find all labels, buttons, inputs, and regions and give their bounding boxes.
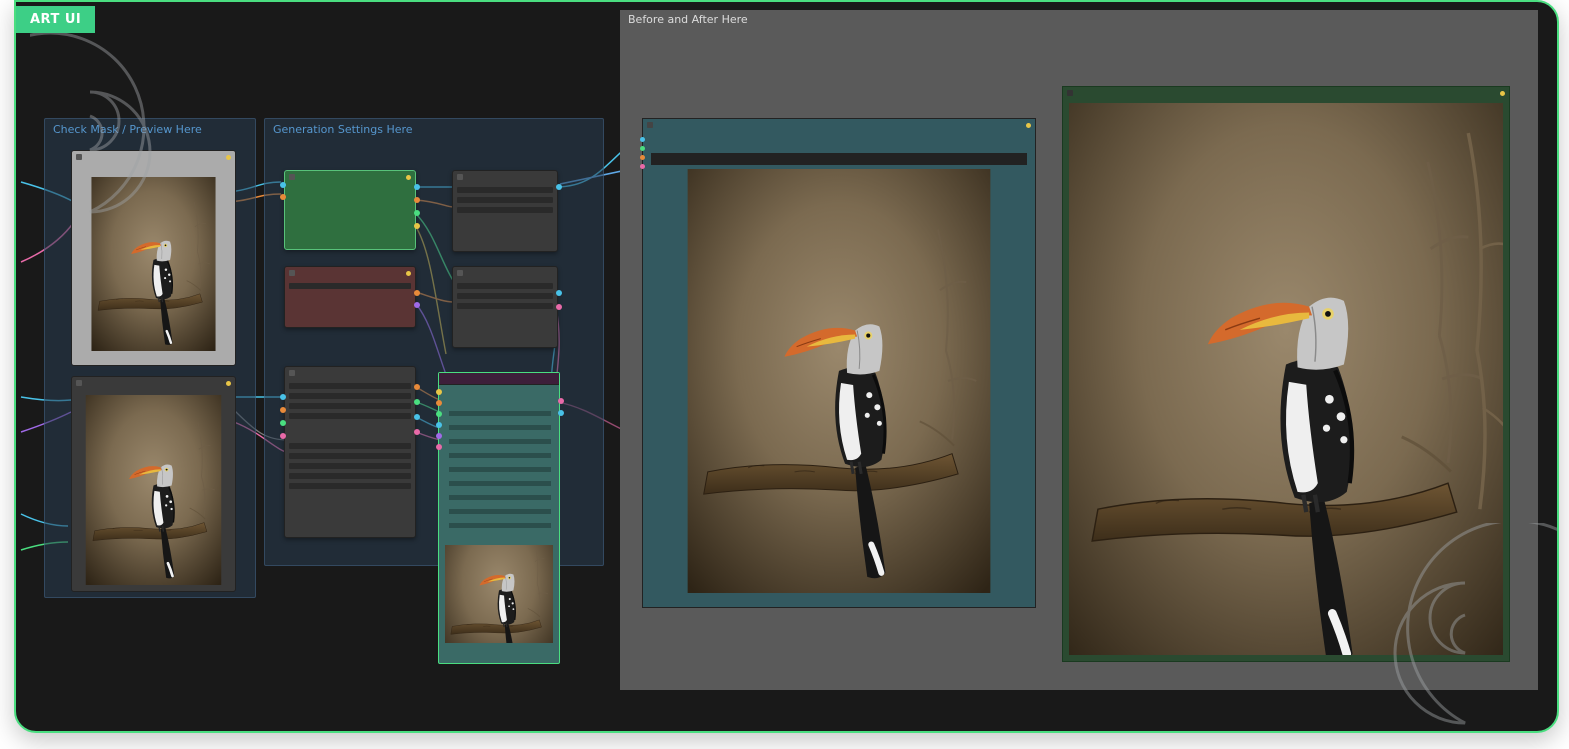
port-out[interactable] (414, 184, 420, 190)
badge-label: ART UI (30, 12, 81, 27)
after-image (1063, 99, 1509, 661)
preview-node-masked[interactable] (71, 150, 236, 366)
node-sampler[interactable] (284, 170, 416, 250)
port-in[interactable] (436, 433, 442, 439)
bird-image (651, 169, 1027, 593)
port-in[interactable] (436, 389, 442, 395)
close-icon[interactable] (289, 370, 295, 376)
port-out[interactable] (414, 302, 420, 308)
port-out[interactable] (414, 223, 420, 229)
node-output[interactable] (438, 372, 560, 664)
node-titlebar[interactable] (285, 171, 415, 183)
node-titlebar[interactable] (453, 171, 557, 183)
node-titlebar[interactable] (72, 377, 235, 389)
close-icon[interactable] (76, 154, 82, 160)
node-titlebar[interactable] (72, 151, 235, 163)
pin-icon[interactable] (226, 155, 231, 160)
close-icon[interactable] (1067, 90, 1073, 96)
node-editor-canvas[interactable]: ART UI (14, 0, 1559, 733)
port-column (640, 137, 645, 169)
bird-image (1069, 103, 1503, 655)
node-titlebar[interactable] (1063, 87, 1509, 99)
port-column (436, 389, 442, 450)
node-titlebar[interactable] (439, 373, 559, 385)
port-in[interactable] (280, 394, 286, 400)
pin-icon[interactable] (1500, 91, 1505, 96)
bird-thumbnail (445, 545, 553, 643)
preview-image (72, 163, 235, 365)
port-out[interactable] (558, 398, 564, 404)
port-in[interactable] (436, 411, 442, 417)
bird-thumbnail (86, 177, 221, 351)
close-icon[interactable] (457, 270, 463, 276)
image-path-field[interactable] (651, 153, 1027, 165)
port-in[interactable] (280, 407, 286, 413)
output-thumbnail (445, 545, 553, 643)
node-titlebar[interactable] (285, 367, 415, 379)
port-out[interactable] (556, 184, 562, 190)
port-in[interactable] (640, 164, 645, 169)
close-icon[interactable] (457, 174, 463, 180)
port-in[interactable] (640, 155, 645, 160)
close-icon[interactable] (647, 122, 653, 128)
port-in[interactable] (436, 422, 442, 428)
close-icon[interactable] (289, 174, 295, 180)
port-in[interactable] (640, 137, 645, 142)
port-out[interactable] (556, 304, 562, 310)
pin-icon[interactable] (406, 175, 411, 180)
close-icon[interactable] (289, 270, 295, 276)
port-out[interactable] (414, 210, 420, 216)
node-titlebar[interactable] (453, 267, 557, 279)
port-out[interactable] (556, 290, 562, 296)
port-in[interactable] (280, 433, 286, 439)
node-before-image[interactable] (642, 118, 1036, 608)
group-title: Generation Settings Here (265, 119, 603, 140)
node-fields (439, 385, 559, 543)
node-params[interactable] (284, 366, 416, 538)
preview-node-original[interactable] (71, 376, 236, 592)
port-out[interactable] (414, 197, 420, 203)
port-in[interactable] (280, 182, 286, 188)
port-out[interactable] (414, 414, 420, 420)
node-after-image[interactable] (1062, 86, 1510, 662)
port-out[interactable] (414, 429, 420, 435)
port-out[interactable] (414, 384, 420, 390)
port-out[interactable] (414, 399, 420, 405)
pin-icon[interactable] (406, 271, 411, 276)
bird-thumbnail (78, 395, 229, 585)
node-titlebar[interactable] (285, 267, 415, 279)
group-title: Check Mask / Preview Here (45, 119, 255, 140)
node-decoder[interactable] (452, 266, 558, 348)
node-titlebar[interactable] (643, 119, 1035, 131)
pin-icon[interactable] (1026, 123, 1031, 128)
port-in[interactable] (280, 194, 286, 200)
node-vae[interactable] (284, 266, 416, 328)
preview-image (72, 389, 235, 591)
node-encoder[interactable] (452, 170, 558, 252)
pin-icon[interactable] (226, 381, 231, 386)
before-image (651, 169, 1027, 593)
port-in[interactable] (436, 400, 442, 406)
port-out[interactable] (414, 290, 420, 296)
panel-title: Before and After Here (620, 10, 1538, 29)
start-ui-badge[interactable]: ART UI (16, 6, 95, 33)
close-icon[interactable] (76, 380, 82, 386)
port-in[interactable] (280, 420, 286, 426)
port-in[interactable] (436, 444, 442, 450)
port-in[interactable] (640, 146, 645, 151)
port-out[interactable] (558, 410, 564, 416)
